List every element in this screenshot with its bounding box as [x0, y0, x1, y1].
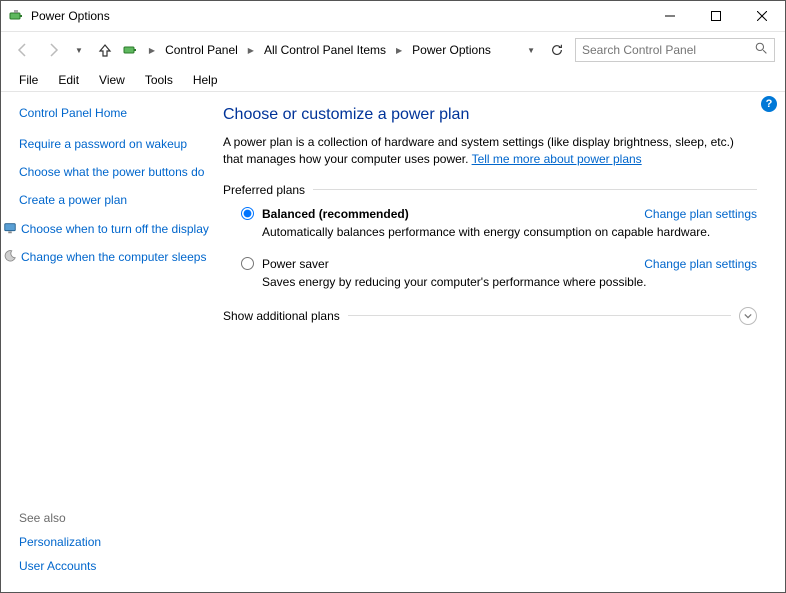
- expand-label: Show additional plans: [223, 309, 340, 323]
- history-dropdown[interactable]: ▼: [71, 46, 87, 55]
- page-description: A power plan is a collection of hardware…: [223, 134, 757, 169]
- menu-bar: File Edit View Tools Help: [1, 68, 785, 92]
- sidebar-item-label: Choose what the power buttons do: [19, 164, 204, 180]
- search-input[interactable]: [582, 43, 755, 57]
- sidebar-link-create-plan[interactable]: Create a power plan: [19, 192, 209, 208]
- plan-description: Saves energy by reducing your computer's…: [241, 275, 757, 289]
- content-area: ? Control Panel Home Require a password …: [1, 92, 785, 591]
- menu-tools[interactable]: Tools: [135, 73, 183, 87]
- address-bar: ▼ ▶ Control Panel ▶ All Control Panel It…: [1, 32, 785, 68]
- chevron-down-icon: [739, 307, 757, 325]
- plan-power-saver: Power saver Change plan settings Saves e…: [223, 257, 757, 289]
- tell-me-more-link[interactable]: Tell me more about power plans: [472, 152, 642, 166]
- minimize-button[interactable]: [647, 1, 693, 31]
- sidebar-link-password-wakeup[interactable]: Require a password on wakeup: [19, 136, 209, 152]
- plan-name[interactable]: Power saver: [262, 257, 329, 271]
- sidebar-link-computer-sleeps[interactable]: Change when the computer sleeps: [19, 249, 209, 265]
- plan-radio-balanced[interactable]: [241, 207, 254, 220]
- up-button[interactable]: [93, 38, 117, 62]
- plan-balanced: Balanced (recommended) Change plan setti…: [223, 207, 757, 239]
- sidebar-item-label: Create a power plan: [19, 192, 127, 208]
- plan-name[interactable]: Balanced (recommended): [262, 207, 409, 221]
- page-heading: Choose or customize a power plan: [223, 106, 757, 124]
- monitor-icon: [3, 221, 17, 235]
- close-button[interactable]: [739, 1, 785, 31]
- chevron-right-icon[interactable]: ▶: [244, 46, 258, 55]
- location-icon: [123, 42, 139, 58]
- help-icon[interactable]: ?: [761, 96, 777, 112]
- change-plan-settings-link[interactable]: Change plan settings: [644, 207, 757, 221]
- window-title: Power Options: [31, 9, 647, 23]
- back-button[interactable]: [11, 38, 35, 62]
- menu-edit[interactable]: Edit: [48, 73, 89, 87]
- change-plan-settings-link[interactable]: Change plan settings: [644, 257, 757, 271]
- see-also-user-accounts[interactable]: User Accounts: [19, 559, 209, 573]
- sidebar-item-label: Require a password on wakeup: [19, 136, 187, 152]
- see-also-personalization[interactable]: Personalization: [19, 535, 209, 549]
- sidebar: Control Panel Home Require a password on…: [1, 92, 217, 591]
- search-icon[interactable]: [755, 42, 768, 58]
- show-additional-plans[interactable]: Show additional plans: [223, 307, 757, 325]
- chevron-right-icon[interactable]: ▶: [145, 46, 159, 55]
- plan-description: Automatically balances performance with …: [241, 225, 757, 239]
- moon-icon: [3, 249, 17, 263]
- sidebar-link-turn-off-display[interactable]: Choose when to turn off the display: [19, 221, 209, 237]
- menu-view[interactable]: View: [89, 73, 135, 87]
- power-options-icon: [9, 8, 25, 24]
- maximize-button[interactable]: [693, 1, 739, 31]
- title-bar: Power Options: [1, 1, 785, 32]
- breadcrumb-item[interactable]: All Control Panel Items: [260, 43, 390, 57]
- control-panel-home-link[interactable]: Control Panel Home: [19, 106, 209, 120]
- breadcrumb-item[interactable]: Control Panel: [161, 43, 242, 57]
- sidebar-item-label: Choose when to turn off the display: [21, 221, 209, 237]
- menu-help[interactable]: Help: [183, 73, 228, 87]
- menu-file[interactable]: File: [9, 73, 48, 87]
- breadcrumb: ▶ Control Panel ▶ All Control Panel Item…: [145, 38, 539, 62]
- preferred-plans-heading: Preferred plans: [223, 183, 757, 197]
- sidebar-item-label: Change when the computer sleeps: [21, 249, 206, 265]
- address-dropdown[interactable]: ▼: [523, 46, 539, 55]
- chevron-right-icon[interactable]: ▶: [392, 46, 406, 55]
- breadcrumb-item[interactable]: Power Options: [408, 43, 495, 57]
- main-content: Choose or customize a power plan A power…: [217, 92, 785, 591]
- sidebar-link-power-buttons[interactable]: Choose what the power buttons do: [19, 164, 209, 180]
- plan-radio-power-saver[interactable]: [241, 257, 254, 270]
- forward-button[interactable]: [41, 38, 65, 62]
- see-also-heading: See also: [19, 511, 209, 525]
- search-box[interactable]: [575, 38, 775, 62]
- refresh-button[interactable]: [545, 38, 569, 62]
